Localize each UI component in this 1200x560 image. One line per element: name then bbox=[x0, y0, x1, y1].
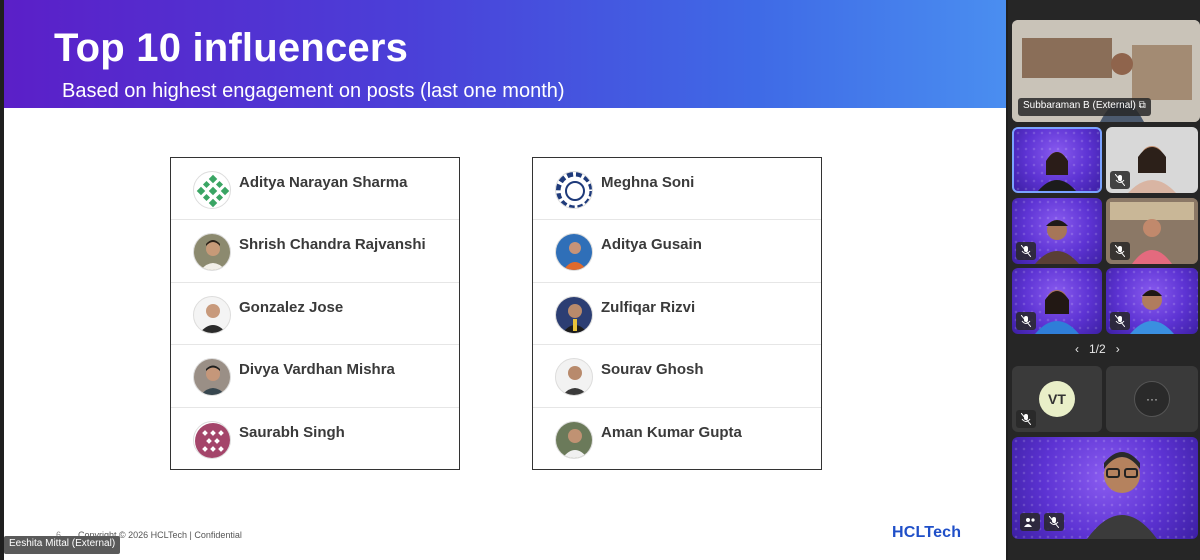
mic-muted-icon bbox=[1044, 513, 1064, 531]
influencer-name: Meghna Soni bbox=[601, 174, 695, 191]
mic-muted-icon bbox=[1016, 312, 1036, 330]
list-item: Aman Kumar Gupta bbox=[533, 408, 821, 470]
self-view-tile[interactable] bbox=[1012, 437, 1198, 539]
avatar bbox=[555, 420, 593, 459]
influencer-name: Aman Kumar Gupta bbox=[601, 423, 742, 441]
list-item: Shrish Chandra Rajvanshi bbox=[171, 220, 459, 283]
people-icon bbox=[1020, 513, 1040, 531]
participant-tile[interactable] bbox=[1012, 198, 1102, 264]
participant-tile[interactable] bbox=[1106, 268, 1198, 334]
influencer-list-right: Meghna Soni Aditya Gusain Zulfiqar Rizvi… bbox=[532, 157, 822, 470]
influencer-name: Aditya Narayan Sharma bbox=[239, 174, 408, 191]
avatar bbox=[193, 233, 231, 272]
screen-share-icon: ⧉ bbox=[1138, 100, 1146, 111]
page-indicator: 1/2 bbox=[1089, 342, 1106, 356]
participant-video bbox=[1035, 220, 1079, 264]
influencer-name: Aditya Gusain bbox=[601, 236, 702, 254]
influencer-name: Gonzalez Jose bbox=[239, 298, 344, 316]
pattern-blue-icon bbox=[555, 171, 593, 209]
avatar bbox=[555, 358, 593, 397]
presenter-label: Eeshita Mittal (External) bbox=[4, 536, 121, 554]
participant-tile-subbaraman[interactable]: Subbaraman B (External) ⧉ bbox=[1012, 20, 1200, 122]
slide-subtitle: Based on highest engagement on posts (la… bbox=[62, 80, 565, 102]
participant-video bbox=[1038, 152, 1076, 191]
participant-video bbox=[1035, 290, 1079, 334]
list-item: Gonzalez Jose bbox=[171, 283, 459, 346]
avatar bbox=[555, 295, 593, 334]
slide-title: Top 10 influencers bbox=[54, 26, 409, 70]
mic-muted-icon bbox=[1110, 312, 1130, 330]
chevron-left-icon[interactable]: ‹ bbox=[1075, 342, 1079, 356]
more-icon[interactable]: ··· bbox=[1134, 381, 1170, 417]
hcltech-logo: HCLTech bbox=[892, 524, 962, 541]
list-item: Sourav Ghosh bbox=[533, 345, 821, 408]
list-item: Zulfiqar Rizvi bbox=[533, 283, 821, 346]
participant-video bbox=[1130, 290, 1174, 334]
mic-muted-icon bbox=[1110, 242, 1130, 260]
influencer-name: Divya Vardhan Mishra bbox=[239, 361, 395, 379]
shared-slide: Top 10 influencers Based on highest enga… bbox=[4, 0, 1006, 560]
avatar: VT bbox=[1039, 381, 1075, 417]
participant-tile[interactable] bbox=[1012, 268, 1102, 334]
mic-muted-icon bbox=[1110, 171, 1130, 189]
influencer-name: Shrish Chandra Rajvanshi bbox=[239, 236, 426, 254]
mic-muted-icon bbox=[1016, 410, 1036, 428]
avatar bbox=[555, 233, 593, 272]
participant-tile[interactable] bbox=[1106, 198, 1198, 264]
avatar bbox=[193, 295, 231, 334]
influencer-list-left: Aditya Narayan Sharma Shrish Chandra Raj… bbox=[170, 157, 460, 470]
list-item: Saurabh Singh bbox=[171, 408, 459, 470]
participant-tile[interactable] bbox=[1106, 127, 1198, 193]
participant-pager: ‹ 1/2 › bbox=[1075, 342, 1120, 356]
chevron-right-icon[interactable]: › bbox=[1116, 342, 1120, 356]
list-item: Aditya Narayan Sharma bbox=[171, 158, 459, 221]
list-item: Divya Vardhan Mishra bbox=[171, 345, 459, 408]
meeting-window: Top 10 influencers Based on highest enga… bbox=[0, 0, 1200, 560]
participant-tile-vt[interactable]: VT bbox=[1012, 366, 1102, 432]
participant-name-tag: Subbaraman B (External) ⧉ bbox=[1018, 98, 1151, 116]
influencer-name: Sourav Ghosh bbox=[601, 361, 704, 379]
participant-tile[interactable] bbox=[1012, 127, 1102, 193]
pattern-maroon-icon bbox=[193, 420, 231, 459]
pattern-green-icon bbox=[193, 171, 231, 209]
mic-muted-icon bbox=[1016, 242, 1036, 260]
influencer-name: Zulfiqar Rizvi bbox=[601, 298, 696, 316]
list-item: Meghna Soni bbox=[533, 158, 821, 221]
influencer-name: Saurabh Singh bbox=[239, 423, 345, 441]
more-participants-tile[interactable]: ··· bbox=[1106, 366, 1198, 432]
list-item: Aditya Gusain bbox=[533, 220, 821, 283]
avatar-character bbox=[1087, 452, 1157, 539]
avatar bbox=[193, 358, 231, 397]
participant-video bbox=[1128, 146, 1176, 193]
participant-name: Subbaraman B (External) bbox=[1023, 100, 1136, 111]
